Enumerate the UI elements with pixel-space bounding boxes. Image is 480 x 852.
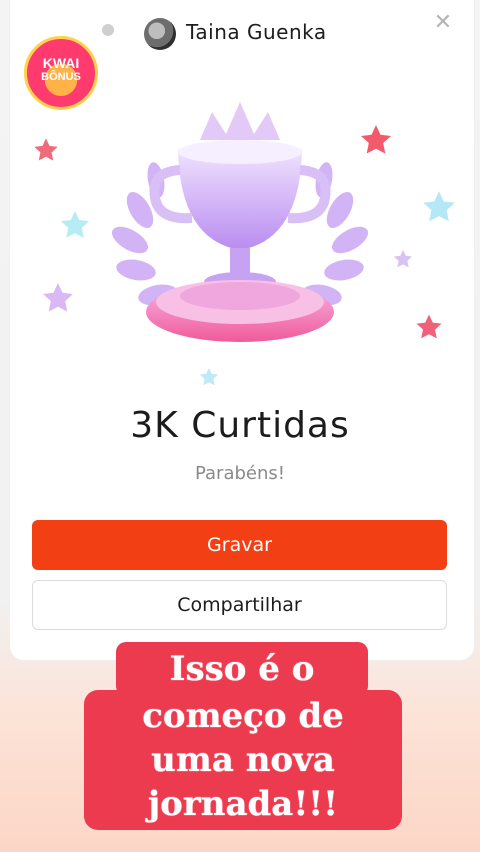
share-button[interactable]: Compartilhar xyxy=(32,580,447,630)
star-icon xyxy=(416,314,442,339)
badge-line-2: BÔNUS xyxy=(41,71,81,83)
badge-line-1: KWAI xyxy=(42,55,80,71)
caption-line-4: jornada!!! xyxy=(147,784,339,824)
star-icon xyxy=(43,283,73,312)
congrats-text: Parabéns! xyxy=(194,463,285,484)
caption-line-3: uma nova xyxy=(151,740,335,780)
star-icon xyxy=(60,210,90,238)
star-icon xyxy=(34,138,58,161)
close-icon[interactable]: ✕ xyxy=(432,12,454,34)
caption-box: começo de uma nova jornada!!! xyxy=(84,690,402,830)
status-dot xyxy=(102,24,114,36)
star-icon xyxy=(199,367,219,386)
user-name: Tai̇na Guenka xyxy=(186,20,327,44)
kwai-bonus-badge[interactable]: KWAI BÔNUS xyxy=(24,36,98,110)
star-icon xyxy=(393,249,413,268)
star-icon xyxy=(423,191,455,222)
caption-line-2: começo de xyxy=(142,696,344,736)
record-button[interactable]: Gravar xyxy=(32,520,447,570)
avatar[interactable] xyxy=(144,18,176,50)
achievement-title: 3K Curtidas xyxy=(130,405,350,446)
caption-line-1: Isso é o xyxy=(116,642,368,696)
trophy-icon xyxy=(111,102,369,342)
